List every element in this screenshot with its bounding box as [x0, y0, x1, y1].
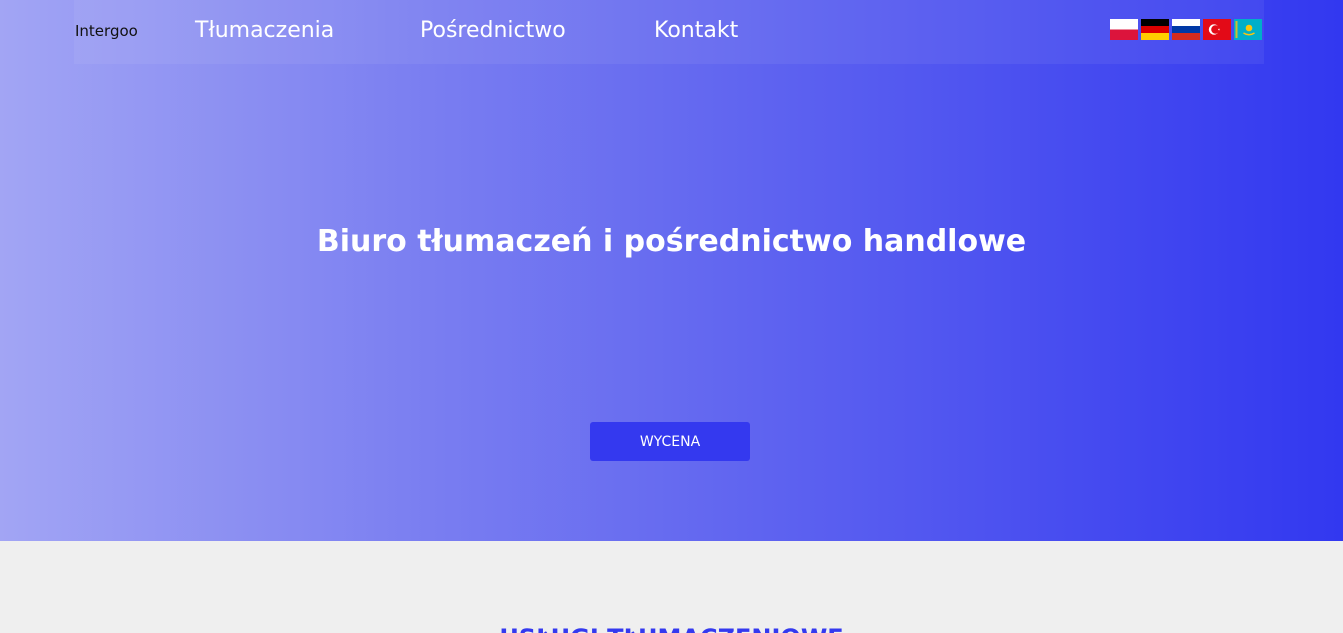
flag-poland-icon[interactable]	[1110, 19, 1138, 40]
nav-link-posrednictwo[interactable]: Pośrednictwo	[420, 18, 566, 43]
language-switcher	[1110, 19, 1262, 40]
services-title: USŁUGI TŁUMACZENIOWE	[0, 624, 1343, 633]
flag-kazakhstan-icon[interactable]	[1234, 19, 1262, 40]
nav-link-tlumaczenia[interactable]: Tłumaczenia	[195, 18, 334, 43]
hero-section: Intergoo Tłumaczenia Pośrednictwo Kontak…	[0, 0, 1343, 541]
hero-title: Biuro tłumaczeń i pośrednictwo handlowe	[316, 224, 1027, 259]
logo[interactable]: Intergoo	[75, 22, 138, 40]
flag-russia-icon[interactable]	[1172, 19, 1200, 40]
quote-button[interactable]: WYCENA	[590, 422, 750, 461]
flag-germany-icon[interactable]	[1141, 19, 1169, 40]
nav-link-kontakt[interactable]: Kontakt	[654, 18, 738, 43]
flag-turkey-icon[interactable]	[1203, 19, 1231, 40]
services-section: USŁUGI TŁUMACZENIOWE	[0, 541, 1343, 633]
navbar: Intergoo Tłumaczenia Pośrednictwo Kontak…	[74, 0, 1264, 64]
